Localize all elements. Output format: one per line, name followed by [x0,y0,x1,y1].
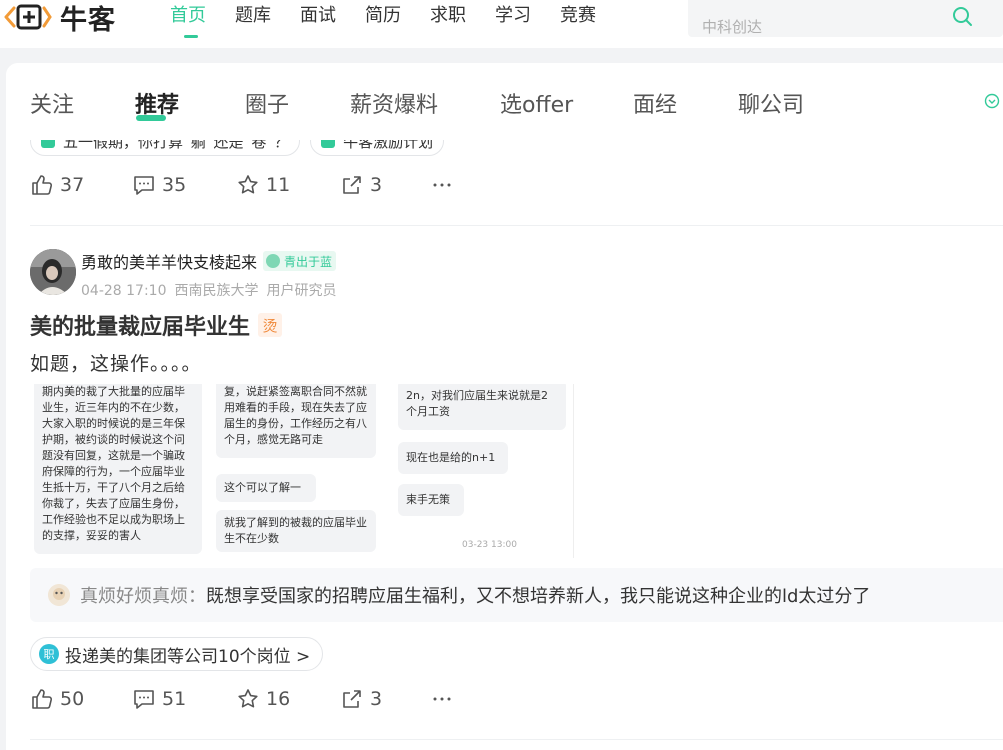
favorite-count: 11 [266,174,291,196]
search-input[interactable] [702,16,942,38]
comment-content: 真烦好烦真烦：既想享受国家的招聘应届生福利，又不想培养新人，我只能说这种企业的l… [80,582,870,608]
tab-interview-exp[interactable]: 面经 [633,87,677,119]
star-icon [238,175,258,194]
chat-bubble: 束手无策 [398,484,464,516]
nav-resume[interactable]: 简历 [365,2,401,34]
post-actions: 50 51 16 3 [30,687,460,711]
feed-card: 五一假期，你打算“躺”还是“卷”？ 牛客激励计划 关注 推荐 圈子 薪资爆料 选… [6,63,1003,750]
post-title-text: 美的批量裁应届毕业生 [30,315,251,340]
post-image[interactable]: 期内美的裁了大批量的应届毕业生，近三年内的不在少数，大家入职的时候说的是三年保护… [30,384,206,558]
prev-post-actions: 37 35 11 3 [30,173,460,197]
post-image[interactable]: 复，说赶紧签离职合同不然就用难看的手段，现在失去了应届生的身份，工作经历之有八个… [212,384,388,558]
like-button[interactable]: 37 [30,173,132,197]
commenter-name: 真烦好烦真烦： [80,586,206,607]
active-tab-indicator [136,115,166,121]
tab-salary[interactable]: 薪资爆料 [350,87,438,119]
thumbs-up-icon [32,689,53,709]
chat-bubble: 就我了解到的被裁的应届毕业生不在少数 [216,510,376,552]
nav-home[interactable]: 首页 [170,2,206,38]
logo-icon [4,4,52,30]
job-apply-link[interactable]: 职 投递美的集团等公司10个岗位 > [30,637,324,671]
main-nav: 首页 题库 面试 简历 求职 学习 竞赛 [170,2,625,38]
more-button[interactable] [430,687,460,711]
nav-question-bank[interactable]: 题库 [235,2,271,34]
more-icon [433,183,451,187]
tab-circles[interactable]: 圈子 [245,87,289,119]
avatar[interactable] [30,249,76,295]
more-icon [433,697,451,701]
post-time: 04-28 17:10 [81,283,167,299]
author-line: 勇敢的美羊羊快支棱起来 青出于蓝 [81,249,337,273]
chevron-down-icon[interactable] [984,93,1000,109]
post-body: 如题，这操作。。。。 [30,353,202,375]
share-button[interactable]: 3 [340,687,430,711]
like-button[interactable]: 50 [30,687,132,711]
share-count: 3 [370,174,383,196]
author-name[interactable]: 勇敢的美羊羊快支棱起来 [81,249,257,273]
post-divider [30,739,1003,740]
tab-follow[interactable]: 关注 [30,87,74,119]
badge-label: 青出于蓝 [284,254,333,269]
comment-body: 既想享受国家的招聘应届生福利，又不想培养新人，我只能说这种企业的ld太过分了 [206,586,871,607]
thumbs-up-icon [32,175,53,195]
comment-icon [134,690,154,709]
job-icon: 职 [39,644,59,664]
tab-company-chat[interactable]: 聊公司 [738,87,804,119]
nav-job[interactable]: 求职 [430,2,466,34]
like-count: 50 [60,688,85,710]
avatar-image [30,249,76,295]
nav-interview[interactable]: 面试 [300,2,336,34]
job-apply-label: 投递美的集团等公司10个岗位 > [65,646,311,667]
hot-badge: 烫 [258,313,283,337]
share-count: 3 [370,688,383,710]
star-icon [238,689,258,708]
comment-button[interactable]: 51 [132,687,236,711]
share-icon [343,690,361,708]
chat-bubble: 复，说赶紧签离职合同不然就用难看的手段，现在失去了应届生的身份，工作经历之有八个… [216,384,376,458]
more-button[interactable] [430,173,460,197]
chat-timestamp: 03-23 13:00 [462,540,517,550]
feed-tabs: 关注 推荐 圈子 薪资爆料 选offer 面经 聊公司 [6,63,1003,140]
logo-text: 牛客 [60,4,116,36]
comment-button[interactable]: 35 [132,173,236,197]
share-button[interactable]: 3 [340,173,430,197]
comment-icon [134,176,154,195]
favorite-button[interactable]: 16 [236,687,340,711]
search-icon[interactable] [950,4,974,28]
comment-count: 35 [162,174,187,196]
post-meta: 04-28 17:10 西南民族大学 用户研究员 [81,280,344,300]
post-title[interactable]: 美的批量裁应届毕业生 烫 [30,309,283,341]
logo[interactable]: 牛客 [4,0,116,36]
commenter-avatar [48,584,70,606]
chat-bubble: 期内美的裁了大批量的应届毕业生，近三年内的不在少数，大家入职的时候说的是三年保护… [34,384,202,554]
level-badge: 青出于蓝 [263,251,337,271]
like-count: 37 [60,174,85,196]
post-image[interactable]: 2n，对我们应届生来说就是2个月工资 现在也是给的n+1 束手无策 03-23 … [398,384,574,558]
chat-bubble: 现在也是给的n+1 [398,442,508,474]
author-role: 用户研究员 [266,283,337,299]
nav-learn[interactable]: 学习 [495,2,531,34]
tab-offer[interactable]: 选offer [500,87,573,119]
favorite-button[interactable]: 11 [236,173,340,197]
chat-bubble: 这个可以了解一下 [216,474,316,522]
hot-comment[interactable]: 真烦好烦真烦：既想享受国家的招聘应届生福利，又不想培养新人，我只能说这种企业的l… [30,568,1003,622]
comment-count: 51 [162,688,187,710]
top-navbar: 牛客 首页 题库 面试 简历 求职 学习 竞赛 [0,0,1003,48]
share-icon [343,176,361,194]
nav-contest[interactable]: 竞赛 [560,2,596,34]
post-divider [30,225,1003,226]
favorite-count: 16 [266,688,291,710]
author-school: 西南民族大学 [174,283,259,299]
chat-bubble: 2n，对我们应届生来说就是2个月工资 [398,384,566,430]
badge-icon [266,254,281,268]
search-box [688,0,1003,38]
